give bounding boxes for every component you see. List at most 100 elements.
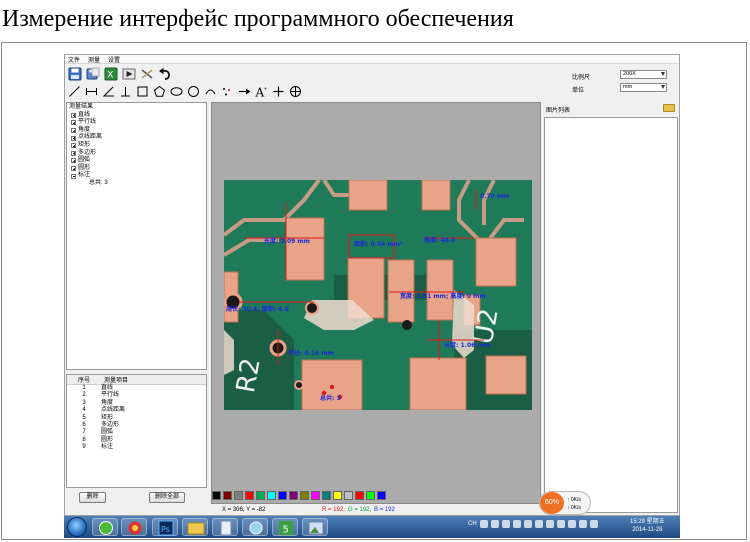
polygon-tool[interactable] <box>152 84 166 98</box>
point-line-distance-tool[interactable] <box>118 84 132 98</box>
image-viewer[interactable]: R2 U2 长度: 2.09 mm 面积: 0.54 mm² 角度: 48.0 … <box>211 102 541 504</box>
expand-icon[interactable] <box>71 120 76 126</box>
taskbar-clock[interactable]: 15:29 星期五 2014-11-28 <box>630 518 665 534</box>
taskbar-app-photoshop[interactable]: Ps <box>152 518 178 536</box>
network-speed-widget[interactable]: 60% ↑ 0K/s ↓ 0K/s <box>539 491 591 515</box>
color-swatch[interactable] <box>278 491 287 500</box>
color-swatch[interactable] <box>289 491 298 500</box>
color-swatch[interactable] <box>311 491 320 500</box>
row-number: 5 <box>82 414 86 421</box>
color-swatch[interactable] <box>223 491 232 500</box>
unit-select[interactable]: mm <box>620 83 667 92</box>
cross-tool[interactable] <box>271 84 285 98</box>
ellipse-tool[interactable] <box>169 84 183 98</box>
menu-file[interactable]: 文件 <box>68 55 80 64</box>
save-as-button[interactable] <box>85 67 100 82</box>
delete-all-button[interactable]: 删除全部 <box>149 492 185 503</box>
save-button[interactable] <box>67 67 82 82</box>
color-swatch[interactable] <box>333 491 342 500</box>
collapse-icon[interactable] <box>71 173 76 179</box>
color-swatch[interactable] <box>212 491 221 500</box>
start-button[interactable] <box>67 517 87 537</box>
tray-input-icon[interactable] <box>490 520 499 528</box>
tray-flag-icon[interactable] <box>567 520 576 528</box>
delete-button[interactable]: 删除 <box>79 492 106 503</box>
taskbar-app-media[interactable] <box>242 518 268 536</box>
menu-measure[interactable]: 测量 <box>88 55 100 64</box>
tray-keyboard-icon[interactable] <box>479 520 488 528</box>
table-row[interactable]: 3 角度 <box>67 400 206 407</box>
tree-child-label: 总共: 3 <box>89 179 108 186</box>
expand-icon[interactable] <box>71 112 76 118</box>
table-row[interactable]: 6 多边形 <box>67 422 206 429</box>
taskbar-app-5[interactable]: 5 <box>272 518 298 536</box>
tree-node[interactable]: 平行线 <box>69 119 204 127</box>
tray-network-icon[interactable] <box>523 520 532 528</box>
arrow-tool[interactable] <box>237 84 251 98</box>
taskbar-app-explorer[interactable] <box>182 518 208 536</box>
expand-icon[interactable] <box>71 166 76 172</box>
taskbar-app-360[interactable] <box>92 518 118 536</box>
circle-tool[interactable] <box>186 84 200 98</box>
color-swatch[interactable] <box>256 491 265 500</box>
scale-select[interactable]: 200X <box>620 70 667 79</box>
tree-child-total: 总共: 3 <box>69 180 204 188</box>
tray-volume-icon[interactable] <box>589 520 598 528</box>
table-row[interactable]: 5 矩形 <box>67 415 206 422</box>
undo-button[interactable] <box>157 67 172 82</box>
taskbar-app-image[interactable] <box>302 518 328 536</box>
tray-antivirus-icon[interactable] <box>545 520 554 528</box>
expand-icon[interactable] <box>71 158 76 164</box>
folder-icon[interactable] <box>663 104 675 112</box>
plus-icon <box>273 86 283 96</box>
tree-node[interactable]: 圆弧 <box>69 157 204 165</box>
tree-node-annotation[interactable]: 标注 <box>69 172 204 180</box>
tree-node[interactable]: 点线距离 <box>69 134 204 142</box>
taskbar-app-red[interactable] <box>121 518 147 536</box>
tray-chat-icon[interactable] <box>534 520 543 528</box>
rectangle-tool[interactable] <box>135 84 149 98</box>
expand-icon[interactable] <box>71 135 76 141</box>
table-row[interactable]: 2 平行线 <box>67 392 206 399</box>
color-swatch[interactable] <box>234 491 243 500</box>
table-row[interactable]: 4 点线距离 <box>67 407 206 414</box>
tray-app-icon[interactable] <box>501 520 510 528</box>
table-row[interactable]: 1 直线 <box>67 385 206 393</box>
annotation-radius: 0.70 mm <box>480 193 509 200</box>
eraser-icon <box>141 69 152 79</box>
taskbar-app-document[interactable] <box>212 518 238 536</box>
angle-tool[interactable] <box>101 84 115 98</box>
text-tool[interactable]: A + <box>254 84 268 98</box>
tray-display-icon[interactable] <box>578 520 587 528</box>
arc-tool[interactable] <box>203 84 217 98</box>
color-swatch[interactable] <box>366 491 375 500</box>
color-swatch[interactable] <box>355 491 364 500</box>
menu-settings[interactable]: 设置 <box>108 55 120 64</box>
play-button[interactable] <box>121 67 136 82</box>
point-tool[interactable] <box>220 84 234 98</box>
table-row[interactable]: 7 圆弧 <box>67 429 206 436</box>
tree-root: 测量结果 <box>69 104 204 112</box>
tree-node[interactable]: 矩形 <box>69 142 204 150</box>
table-row[interactable]: 9 标注 <box>67 444 206 451</box>
color-swatch[interactable] <box>377 491 386 500</box>
crosshair-tool[interactable] <box>288 84 302 98</box>
tray-cloud-icon[interactable] <box>556 520 565 528</box>
expand-icon[interactable] <box>71 143 76 149</box>
pcb-image[interactable]: R2 U2 长度: 2.09 mm 面积: 0.54 mm² 角度: 48.0 … <box>224 180 532 410</box>
color-swatch[interactable] <box>344 491 353 500</box>
expand-icon[interactable] <box>71 128 76 134</box>
color-swatch[interactable] <box>245 491 254 500</box>
table-row[interactable]: 8 圆形 <box>67 437 206 444</box>
language-indicator[interactable]: CH <box>468 521 477 527</box>
export-excel-button[interactable]: X <box>103 67 118 82</box>
line-tool[interactable] <box>67 84 81 98</box>
parallel-line-tool[interactable] <box>84 84 98 98</box>
color-swatch[interactable] <box>300 491 309 500</box>
expand-icon[interactable] <box>71 150 76 156</box>
clear-button[interactable] <box>139 67 154 82</box>
color-swatch[interactable] <box>322 491 331 500</box>
color-swatch[interactable] <box>267 491 276 500</box>
tray-security-icon[interactable] <box>512 520 521 528</box>
annotation-area: 面积: 0.54 mm² <box>354 240 403 248</box>
